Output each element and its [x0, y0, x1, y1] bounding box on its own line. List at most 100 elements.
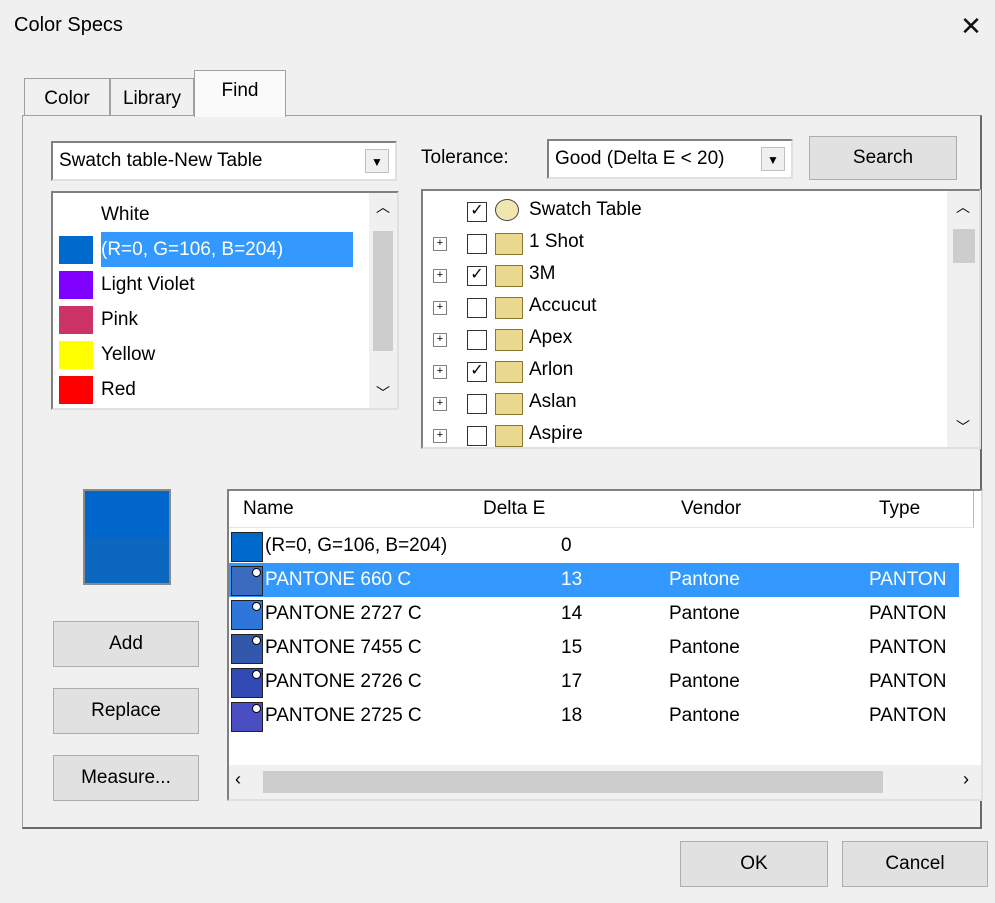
tab-color[interactable]: Color	[24, 78, 110, 118]
scroll-down-icon[interactable]: ﹀	[369, 383, 397, 403]
color-list-item-label: Pink	[101, 309, 138, 330]
color-list-item[interactable]: Light Violet	[59, 267, 367, 302]
tree-item[interactable]: + Aspire	[423, 419, 903, 447]
tree-item[interactable]: + Aslan	[423, 387, 903, 419]
tree-item[interactable]: ✓ Swatch Table	[423, 195, 903, 227]
ok-button[interactable]: OK	[680, 841, 828, 887]
checkbox[interactable]: ✓	[467, 266, 487, 286]
folder-icon	[495, 297, 523, 319]
checkbox[interactable]: ✓	[467, 362, 487, 382]
checkbox[interactable]: ✓	[467, 202, 487, 222]
tolerance-select[interactable]: Good (Delta E < 20) ▼	[547, 139, 793, 179]
expand-icon[interactable]: +	[433, 429, 447, 443]
table-row[interactable]: PANTONE 2726 C 17 Pantone PANTON	[229, 665, 959, 699]
tree-item[interactable]: +1 Shot	[423, 227, 903, 259]
table-row[interactable]: PANTONE 660 C 13 Pantone PANTON	[229, 563, 959, 597]
cell-name: PANTONE 2725 C	[265, 705, 422, 726]
color-list-item-label: Red	[101, 379, 136, 400]
cell-name: PANTONE 7455 C	[265, 637, 422, 658]
checkbox[interactable]	[467, 234, 487, 254]
library-tree[interactable]: ✓ Swatch Table +1 Shot + ✓ 3M + Accucut + Apex + ✓ A…	[421, 189, 981, 449]
expand-icon[interactable]: +	[433, 269, 447, 283]
folder-icon	[495, 425, 523, 447]
spot-color-icon	[252, 602, 261, 611]
open-folder-icon	[495, 361, 523, 383]
checkbox[interactable]	[467, 298, 487, 318]
expand-icon[interactable]: +	[433, 237, 447, 251]
tree-scrollbar[interactable]: ︿ ﹀	[947, 191, 979, 447]
color-swatch-icon	[231, 566, 263, 596]
color-list-item[interactable]: Red	[59, 372, 367, 407]
folder-icon	[495, 265, 523, 287]
scroll-right-icon[interactable]: ›	[963, 769, 969, 790]
expand-icon[interactable]: +	[433, 397, 447, 411]
color-list-item[interactable]: Pink	[59, 302, 367, 337]
results-hscrollbar[interactable]: ‹ ›	[229, 765, 981, 799]
tree-item-label: Apex	[529, 327, 573, 348]
table-row[interactable]: (R=0, G=106, B=204) 0	[229, 529, 959, 563]
chevron-down-icon[interactable]: ▼	[761, 147, 785, 171]
results-table[interactable]: Name Delta E Vendor Type (R=0, G=106, B=…	[227, 489, 983, 801]
tolerance-select-value: Good (Delta E < 20)	[555, 148, 725, 169]
color-list-item[interactable]: White	[59, 197, 367, 232]
expand-icon[interactable]: +	[433, 301, 447, 315]
scroll-up-icon[interactable]: ︿	[369, 197, 397, 217]
color-swatch-icon	[59, 271, 93, 299]
measure-button[interactable]: Measure...	[53, 755, 199, 801]
swatch-table-select[interactable]: Swatch table-New Table ▼	[51, 141, 397, 181]
column-header-delta-e[interactable]: Delta E	[469, 491, 682, 528]
cell-vendor: Pantone	[669, 637, 740, 658]
color-list-item-label: Yellow	[101, 344, 156, 365]
column-header-type[interactable]: Type	[865, 491, 974, 528]
scroll-thumb[interactable]	[263, 771, 883, 793]
tab-find[interactable]: Find	[194, 70, 286, 117]
scroll-down-icon[interactable]: ﹀	[947, 417, 979, 437]
color-list-scrollbar[interactable]: ︿ ﹀	[369, 193, 397, 408]
spot-color-icon	[252, 568, 261, 577]
color-swatch-icon	[231, 600, 263, 630]
color-list-item[interactable]: (R=0, G=106, B=204)	[59, 232, 367, 267]
find-panel: Swatch table-New Table ▼ Tolerance: Good…	[22, 115, 983, 829]
cell-delta-e: 0	[561, 535, 572, 556]
cell-name: PANTONE 2727 C	[265, 603, 422, 624]
search-button[interactable]: Search	[809, 136, 957, 180]
color-list-item[interactable]: Yellow	[59, 337, 367, 372]
tree-item[interactable]: + Accucut	[423, 291, 903, 323]
color-swatch-icon	[231, 634, 263, 664]
cell-delta-e: 13	[561, 569, 583, 590]
tree-item-label: 3M	[529, 263, 556, 284]
checkbox[interactable]	[467, 330, 487, 350]
checkbox[interactable]	[467, 394, 487, 414]
color-swatch-icon	[59, 376, 93, 404]
scroll-thumb[interactable]	[953, 229, 975, 263]
expand-icon[interactable]: +	[433, 333, 447, 347]
scroll-up-icon[interactable]: ︿	[947, 197, 979, 217]
tree-item-label: 1 Shot	[529, 231, 584, 252]
table-row[interactable]: PANTONE 2727 C 14 Pantone PANTON	[229, 597, 959, 631]
folder-icon	[495, 393, 523, 415]
tree-item-label: Swatch Table	[529, 199, 642, 220]
add-button[interactable]: Add	[53, 621, 199, 667]
cell-type: PANTON	[869, 569, 947, 590]
tree-item[interactable]: + ✓ Arlon	[423, 355, 903, 387]
tab-library[interactable]: Library	[110, 78, 194, 118]
replace-button[interactable]: Replace	[53, 688, 199, 734]
close-icon[interactable]: ✕	[955, 10, 987, 42]
chevron-down-icon[interactable]: ▼	[365, 149, 389, 173]
column-header-vendor[interactable]: Vendor	[667, 491, 880, 528]
expand-icon[interactable]: +	[433, 365, 447, 379]
table-row[interactable]: PANTONE 7455 C 15 Pantone PANTON	[229, 631, 959, 665]
checkbox[interactable]	[467, 426, 487, 446]
color-swatch-icon	[231, 668, 263, 698]
scroll-thumb[interactable]	[373, 231, 393, 351]
color-swatch-icon	[59, 306, 93, 334]
column-header-name[interactable]: Name	[229, 491, 484, 528]
scroll-left-icon[interactable]: ‹	[235, 769, 241, 790]
spot-color-icon	[252, 670, 261, 679]
tree-item[interactable]: + Apex	[423, 323, 903, 355]
cancel-button[interactable]: Cancel	[842, 841, 988, 887]
color-list[interactable]: White (R=0, G=106, B=204) Light Violet Pink…	[51, 191, 399, 410]
cell-type: PANTON	[869, 637, 947, 658]
tree-item[interactable]: + ✓ 3M	[423, 259, 903, 291]
table-row[interactable]: PANTONE 2725 C 18 Pantone PANTON	[229, 699, 959, 733]
